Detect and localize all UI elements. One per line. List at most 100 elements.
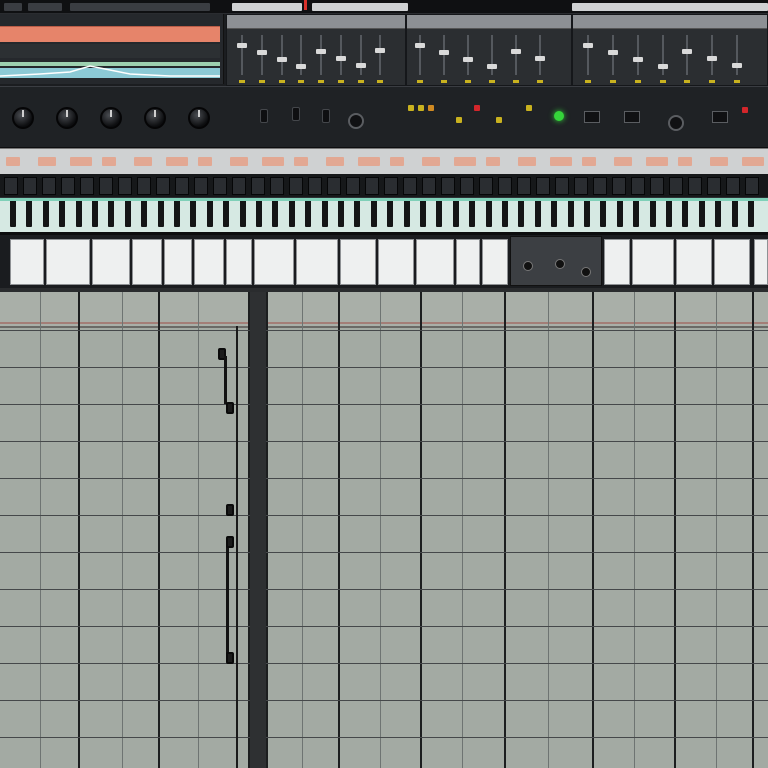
fader-cap[interactable] — [707, 56, 718, 61]
pad-key[interactable] — [92, 239, 130, 285]
pad-key[interactable] — [340, 239, 376, 285]
knob[interactable] — [555, 259, 565, 269]
knob[interactable] — [56, 107, 78, 129]
fader-cap[interactable] — [316, 49, 326, 54]
fader[interactable] — [583, 35, 593, 83]
knob[interactable] — [188, 107, 210, 129]
fader[interactable] — [296, 35, 307, 83]
fader-cap[interactable] — [487, 64, 497, 69]
black-key[interactable] — [174, 201, 180, 227]
fader-cap[interactable] — [732, 63, 743, 68]
automation-node[interactable] — [226, 504, 234, 516]
pad-key[interactable] — [194, 239, 224, 285]
black-key[interactable] — [370, 201, 377, 227]
black-key[interactable] — [551, 201, 558, 227]
pad-key[interactable] — [46, 239, 90, 285]
sequencer-step[interactable] — [498, 177, 512, 195]
track-overview[interactable] — [0, 14, 224, 84]
fader-cap[interactable] — [439, 50, 449, 55]
fader-cap[interactable] — [535, 56, 545, 61]
sequencer-step[interactable] — [688, 177, 702, 195]
black-key[interactable] — [633, 201, 640, 227]
sequencer-step[interactable] — [403, 177, 417, 195]
sequencer-step[interactable] — [213, 177, 227, 195]
fader[interactable] — [682, 35, 693, 83]
black-key[interactable] — [534, 201, 541, 227]
track-overview-bar[interactable] — [70, 3, 210, 11]
sequencer-step[interactable] — [137, 177, 151, 195]
piano-keyboard[interactable] — [0, 198, 768, 232]
knob[interactable] — [144, 107, 166, 129]
pad-key[interactable] — [456, 239, 480, 285]
sequencer-step[interactable] — [593, 177, 607, 195]
sequencer-step[interactable] — [232, 177, 246, 195]
sequencer-step[interactable] — [669, 177, 683, 195]
knob[interactable] — [12, 107, 34, 129]
black-key[interactable] — [616, 201, 623, 227]
sequencer-step[interactable] — [118, 177, 132, 195]
pad-key[interactable] — [226, 239, 252, 285]
black-key[interactable] — [354, 201, 361, 227]
sequencer-step[interactable] — [23, 177, 37, 195]
black-key[interactable] — [420, 201, 426, 227]
fader[interactable] — [487, 35, 497, 83]
fader-cap[interactable] — [237, 43, 247, 48]
black-key[interactable] — [387, 201, 394, 227]
pad-key[interactable] — [632, 239, 674, 285]
black-key[interactable] — [338, 201, 344, 227]
fader[interactable] — [355, 35, 366, 83]
pad-key[interactable] — [676, 239, 712, 285]
sequencer-step[interactable] — [612, 177, 626, 195]
black-key[interactable] — [600, 201, 607, 227]
pad-key[interactable] — [254, 239, 294, 285]
fader-cap[interactable] — [607, 50, 618, 55]
pad-key[interactable] — [482, 239, 508, 285]
black-key[interactable] — [698, 201, 705, 227]
black-key[interactable] — [452, 201, 459, 227]
black-key[interactable] — [108, 201, 115, 227]
black-key[interactable] — [682, 201, 689, 227]
black-key[interactable] — [206, 201, 213, 227]
fader[interactable] — [607, 35, 618, 83]
fader[interactable] — [732, 35, 743, 83]
fader[interactable] — [415, 35, 425, 83]
black-key[interactable] — [584, 201, 590, 227]
black-key[interactable] — [715, 201, 722, 227]
black-key[interactable] — [649, 201, 656, 227]
fader-cap[interactable] — [335, 56, 346, 61]
mini-switch[interactable] — [322, 109, 330, 123]
black-key[interactable] — [223, 201, 230, 227]
pad-key[interactable] — [164, 239, 192, 285]
knob[interactable] — [523, 261, 533, 271]
sequencer-step[interactable] — [536, 177, 550, 195]
black-key[interactable] — [10, 201, 16, 227]
black-key[interactable] — [256, 201, 262, 227]
black-key[interactable] — [157, 201, 164, 227]
black-key[interactable] — [26, 201, 33, 227]
fader-cap[interactable] — [511, 49, 521, 54]
fader[interactable] — [316, 35, 326, 83]
fader[interactable] — [463, 35, 473, 83]
arrangement-ruler[interactable] — [0, 292, 768, 328]
black-key[interactable] — [75, 201, 82, 227]
sequencer-step[interactable] — [99, 177, 113, 195]
fader-cap[interactable] — [355, 63, 366, 68]
mini-device[interactable] — [510, 236, 602, 286]
square-button[interactable] — [712, 111, 728, 123]
pad-key[interactable] — [714, 239, 750, 285]
sequencer-step[interactable] — [650, 177, 664, 195]
sequencer-step[interactable] — [308, 177, 322, 195]
black-key[interactable] — [748, 201, 754, 227]
black-key[interactable] — [666, 201, 672, 227]
automation-node[interactable] — [226, 402, 234, 414]
mini-switch[interactable] — [260, 109, 268, 123]
automation-node[interactable] — [226, 536, 234, 548]
fader[interactable] — [276, 35, 287, 83]
sequencer-step[interactable] — [517, 177, 531, 195]
black-key[interactable] — [403, 201, 410, 227]
black-key[interactable] — [288, 201, 295, 227]
fader-cap[interactable] — [296, 64, 307, 69]
square-button[interactable] — [584, 111, 600, 123]
pad-key[interactable] — [604, 239, 630, 285]
sequencer-step[interactable] — [175, 177, 189, 195]
